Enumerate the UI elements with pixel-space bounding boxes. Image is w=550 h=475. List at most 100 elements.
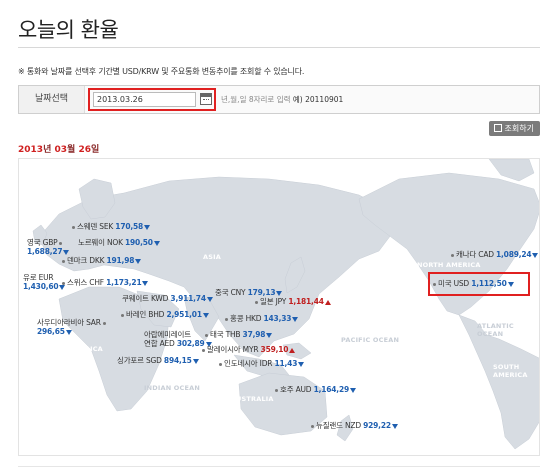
currency-name: 사우디아라비아 SAR bbox=[37, 318, 101, 327]
currency-name: 쿠웨이트 KWD bbox=[122, 294, 169, 303]
currency-name: 중국 CNY bbox=[215, 288, 246, 297]
marker-dot bbox=[202, 348, 205, 352]
date-label: 날짜선택 bbox=[19, 86, 85, 113]
currency-name: 스웨덴 SEK bbox=[77, 222, 114, 231]
label-asia: ASIA bbox=[203, 253, 221, 261]
date-format-hint: 년,월,일 8자리로 입력 예) 20110901 bbox=[221, 94, 343, 105]
marker-dot bbox=[102, 321, 106, 325]
down-arrow-icon bbox=[65, 329, 72, 335]
marker-dot bbox=[62, 259, 65, 263]
rate-value: 11,43 bbox=[274, 359, 298, 368]
rate-jpy[interactable]: 일본 JPY 1,181,44 bbox=[255, 297, 331, 306]
rate-sgd[interactable]: 싱가포르 SGD 894,15 bbox=[117, 356, 199, 365]
rate-value: 296,65 bbox=[37, 327, 65, 336]
down-arrow-icon bbox=[206, 296, 213, 302]
date-day-suffix: 일 bbox=[90, 145, 100, 155]
rate-value: 1,089,24 bbox=[496, 250, 532, 259]
currency-name: 덴마크 DKK bbox=[67, 256, 105, 265]
marker-dot bbox=[62, 281, 65, 285]
down-arrow-icon bbox=[292, 316, 299, 322]
rate-gbp[interactable]: 영국 GBP 1,688,27 bbox=[27, 238, 70, 256]
rate-nok[interactable]: 노르웨이 NOK 190,50 bbox=[78, 238, 160, 247]
rate-usd[interactable]: 미국 USD 1,112,50 bbox=[433, 279, 514, 288]
date-search-bar: 날짜선택 년,월,일 8자리로 입력 예) 20110901 bbox=[18, 85, 540, 114]
rate-cny[interactable]: 중국 CNY 179,13 bbox=[215, 288, 283, 297]
rate-kwd[interactable]: 쿠웨이트 KWD 3,911,74 bbox=[122, 294, 213, 303]
label-indian-ocean: INDIAN OCEAN bbox=[144, 384, 201, 392]
label-australia: AUSTRALIA bbox=[231, 395, 274, 403]
page-title: 오늘의 환율 bbox=[18, 18, 119, 42]
rate-myr[interactable]: 말레이시아 MYR 359,10 bbox=[202, 345, 296, 354]
title-divider bbox=[18, 47, 540, 48]
currency-name: 인도네시아 IDR bbox=[224, 359, 273, 368]
date-month: 03 bbox=[54, 145, 68, 155]
rate-value: 3,911,74 bbox=[170, 294, 206, 303]
down-arrow-icon bbox=[266, 332, 273, 338]
marker-dot bbox=[219, 362, 222, 366]
label-africa: AFRICA bbox=[75, 345, 103, 353]
marker-dot bbox=[121, 313, 124, 317]
currency-name: 말레이시아 MYR bbox=[207, 345, 259, 354]
marker-dot bbox=[433, 282, 436, 286]
up-arrow-icon bbox=[289, 347, 296, 353]
hint-example: 예) 20110901 bbox=[292, 95, 344, 104]
rate-value: 1,430,60 bbox=[23, 282, 59, 291]
rate-cad[interactable]: 캐나다 CAD 1,089,24 bbox=[451, 250, 539, 259]
calendar-icon[interactable] bbox=[200, 93, 212, 105]
marker-dot bbox=[59, 241, 63, 245]
rate-value: 143,33 bbox=[263, 314, 292, 323]
hint-prefix: 년,월,일 8자리로 입력 bbox=[221, 95, 291, 104]
marker-dot bbox=[311, 424, 314, 428]
rate-eur[interactable]: 유로 EUR 1,430,60 bbox=[23, 273, 66, 291]
rate-value: 929,22 bbox=[363, 421, 391, 430]
rate-idr[interactable]: 인도네시아 IDR 11,43 bbox=[219, 359, 305, 368]
label-south-america: SOUTH AMERICA bbox=[493, 363, 528, 379]
currency-name: 싱가포르 SGD bbox=[117, 356, 162, 365]
rate-thb[interactable]: 태국 THB 37,98 bbox=[205, 330, 273, 339]
rate-chf[interactable]: 스위스 CHF 1,173,21 bbox=[62, 278, 149, 287]
rate-value: 190,50 bbox=[125, 238, 153, 247]
down-arrow-icon bbox=[391, 423, 398, 429]
currency-name: 바레인 BHD bbox=[126, 310, 165, 319]
query-button-label: 조회하기 bbox=[504, 124, 534, 133]
currency-name: 미국 USD bbox=[438, 279, 470, 288]
rate-sek[interactable]: 스웨덴 SEK 170,58 bbox=[72, 222, 151, 231]
marker-dot bbox=[225, 317, 228, 321]
date-day: 26 bbox=[78, 145, 91, 155]
rate-hkd[interactable]: 홍콩 HKD 143,33 bbox=[225, 314, 299, 323]
rate-value: 1,688,27 bbox=[27, 247, 63, 256]
down-arrow-icon bbox=[532, 252, 539, 258]
down-arrow-icon bbox=[192, 358, 199, 364]
rate-aud[interactable]: 호주 AUD 1,164,29 bbox=[275, 385, 356, 394]
rate-value: 359,10 bbox=[260, 345, 289, 354]
rate-dkk[interactable]: 덴마크 DKK 191,98 bbox=[62, 256, 142, 265]
down-arrow-icon bbox=[276, 290, 283, 296]
rate-sar[interactable]: 사우디아라비아 SAR 296,65 bbox=[37, 318, 108, 336]
date-year: 2013 bbox=[18, 145, 44, 155]
query-button[interactable]: 조회하기 bbox=[488, 121, 540, 136]
currency-name: 홍콩 HKD bbox=[230, 314, 262, 323]
marker-dot bbox=[255, 300, 258, 304]
marker-dot bbox=[275, 388, 278, 392]
currency-name: 노르웨이 NOK bbox=[78, 238, 123, 247]
rate-value: 37,98 bbox=[242, 330, 266, 339]
down-arrow-icon bbox=[135, 258, 142, 264]
marker-dot bbox=[451, 253, 454, 257]
currency-name: 태국 THB bbox=[210, 330, 241, 339]
down-arrow-icon bbox=[142, 280, 149, 286]
world-map-panel: ASIA AFRICA PACIFIC OCEAN INDIAN OCEAN A… bbox=[18, 158, 540, 456]
rate-value: 191,98 bbox=[106, 256, 135, 265]
search-icon bbox=[493, 124, 502, 132]
currency-name-line2: 연합 AED bbox=[144, 339, 175, 348]
currency-name: 뉴질랜드 NZD bbox=[316, 421, 361, 430]
currency-name: 일본 JPY bbox=[260, 297, 287, 306]
rate-bhd[interactable]: 바레인 BHD 2,951,01 bbox=[121, 310, 209, 319]
down-arrow-icon bbox=[153, 240, 160, 246]
marker-dot bbox=[72, 225, 75, 229]
date-input[interactable] bbox=[93, 92, 196, 107]
selected-date: 2013년 03월 26일 bbox=[18, 142, 99, 155]
rate-nzd[interactable]: 뉴질랜드 NZD 929,22 bbox=[311, 421, 398, 430]
up-arrow-icon bbox=[324, 299, 331, 305]
date-year-suffix: 년 bbox=[43, 145, 52, 155]
currency-name: 유로 EUR bbox=[23, 273, 54, 282]
